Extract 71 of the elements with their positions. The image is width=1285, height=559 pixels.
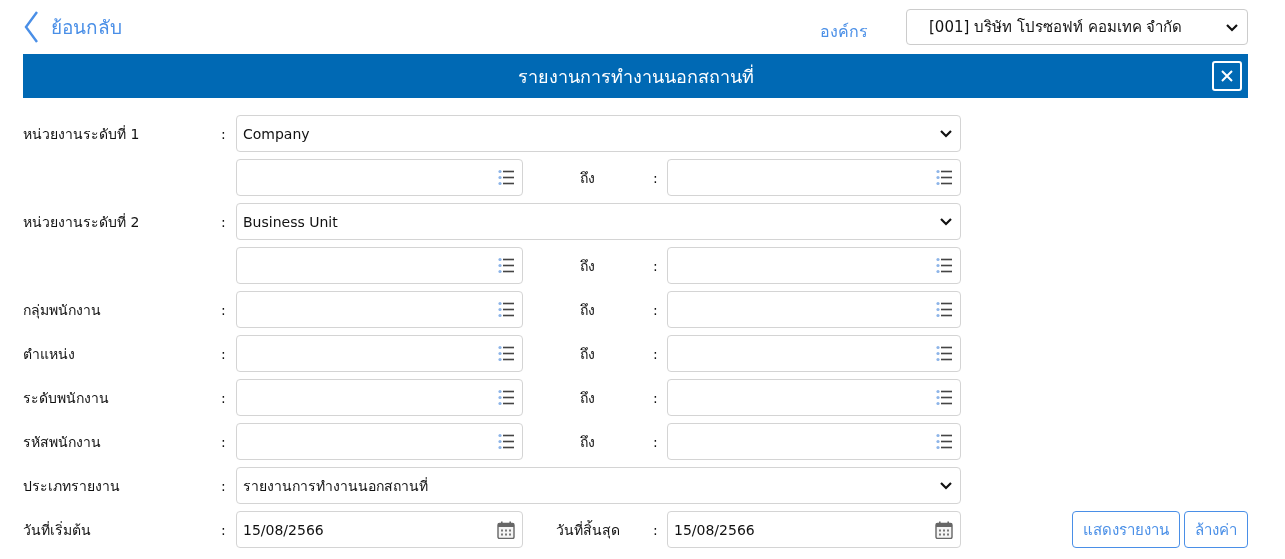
colon-text: : — [652, 345, 659, 362]
field-label: ถึง — [579, 168, 596, 188]
list-icon — [936, 169, 953, 186]
colon-text: : — [220, 477, 227, 494]
field-label: วันที่สิ้นสุด — [554, 519, 621, 541]
back-chevron-icon — [23, 10, 39, 44]
field-label: หน่วยงานระดับที่ 1 — [23, 124, 141, 144]
list-icon — [498, 433, 515, 450]
select-field[interactable]: Company — [236, 115, 961, 152]
field-label: รหัสพนักงาน — [23, 432, 102, 452]
colon-text: : — [652, 389, 659, 406]
colon-text: : — [220, 433, 227, 450]
field-label: ถึง — [579, 432, 596, 452]
select-field[interactable]: รายงานการทำงานนอกสถานที่ — [236, 467, 961, 504]
lookup-field[interactable] — [236, 423, 523, 460]
colon-text: : — [220, 389, 227, 406]
field-label: ตำแหน่ง — [23, 344, 76, 364]
field-label: ประเภทรายงาน — [23, 476, 121, 496]
colon-text: : — [220, 301, 227, 318]
field-label: วันที่เริ่มต้น — [23, 520, 92, 540]
chevron-icon — [939, 216, 953, 227]
field-label: ถึง — [579, 300, 596, 320]
colon-text: : — [652, 521, 659, 538]
report-title: รายงานการทำงานนอกสถานที่ — [517, 63, 754, 89]
chevron-icon — [1225, 21, 1239, 33]
close-icon — [1221, 70, 1233, 82]
lookup-field[interactable] — [667, 291, 961, 328]
lookup-field[interactable] — [236, 159, 523, 196]
colon-text: : — [652, 257, 659, 274]
lookup-field[interactable] — [667, 159, 961, 196]
select-field[interactable]: Business Unit — [236, 203, 961, 240]
lookup-field[interactable] — [236, 379, 523, 416]
colon-text: : — [652, 169, 659, 186]
colon-text: : — [652, 301, 659, 318]
list-icon — [498, 257, 515, 274]
field-label: หน่วยงานระดับที่ 2 — [23, 212, 141, 232]
list-icon — [936, 257, 953, 274]
field-label: กลุ่มพนักงาน — [23, 300, 102, 321]
lookup-field[interactable] — [236, 247, 523, 284]
chevron-icon — [939, 128, 953, 139]
organization-label: องค์กร — [820, 20, 868, 43]
colon-text: : — [220, 345, 227, 362]
calendar-icon — [497, 520, 515, 539]
organization-select[interactable]: [001] บริษัท โปรซอฟท์ คอมเทค จำกัด — [906, 9, 1248, 45]
list-icon — [498, 345, 515, 362]
lookup-field[interactable] — [667, 247, 961, 284]
list-icon — [936, 433, 953, 450]
date-field[interactable]: 15/08/2566 — [236, 511, 523, 548]
colon-text: : — [220, 125, 227, 142]
colon-text: : — [220, 521, 227, 538]
lookup-field[interactable] — [667, 423, 961, 460]
list-icon — [936, 301, 953, 318]
list-icon — [498, 301, 515, 318]
list-icon — [498, 169, 515, 186]
lookup-field[interactable] — [236, 291, 523, 328]
field-label: ถึง — [579, 388, 596, 408]
list-icon — [936, 345, 953, 362]
list-icon — [498, 389, 515, 406]
colon-text: : — [652, 433, 659, 450]
chevron-icon — [939, 480, 953, 491]
lookup-field[interactable] — [667, 379, 961, 416]
list-icon — [936, 389, 953, 406]
colon-text: : — [220, 213, 227, 230]
lookup-field[interactable] — [236, 335, 523, 372]
field-label: ถึง — [579, 256, 596, 276]
field-label: ถึง — [579, 344, 596, 364]
calendar-icon — [935, 520, 953, 539]
date-field[interactable]: 15/08/2566 — [667, 511, 961, 548]
field-label: ระดับพนักงาน — [23, 388, 110, 408]
close-button[interactable] — [1212, 61, 1242, 91]
lookup-field[interactable] — [667, 335, 961, 372]
